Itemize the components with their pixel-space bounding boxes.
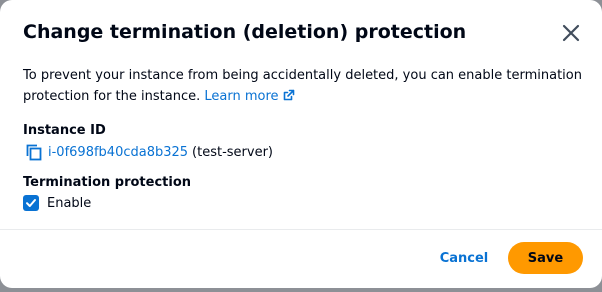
close-icon (562, 24, 580, 42)
save-button[interactable]: Save (508, 242, 583, 274)
enable-checkbox[interactable] (23, 195, 39, 211)
external-link-icon (283, 89, 294, 101)
enable-label: Enable (47, 195, 92, 211)
dialog-title: Change termination (deletion) protection (23, 21, 467, 43)
cancel-button[interactable]: Cancel (430, 243, 498, 273)
check-icon (26, 199, 36, 207)
copy-icon[interactable] (25, 143, 43, 161)
footer-divider (0, 229, 602, 230)
close-button[interactable] (558, 20, 584, 46)
learn-more-link[interactable]: Learn more (204, 89, 294, 104)
termination-protection-dialog: Change termination (deletion) protection… (0, 0, 602, 288)
instance-id-label: Instance ID (23, 123, 106, 138)
instance-id-link[interactable]: i-0f698fb40cda8b325 (48, 145, 188, 160)
dialog-description: To prevent your instance from being acci… (23, 65, 583, 107)
termination-protection-label: Termination protection (23, 175, 192, 190)
instance-name: (test-server) (192, 144, 273, 160)
instance-id-value: i-0f698fb40cda8b325 (test-server) (25, 142, 273, 162)
learn-more-label: Learn more (204, 89, 279, 104)
enable-checkbox-row[interactable]: Enable (23, 194, 91, 212)
description-text: To prevent your instance from being acci… (23, 68, 582, 104)
